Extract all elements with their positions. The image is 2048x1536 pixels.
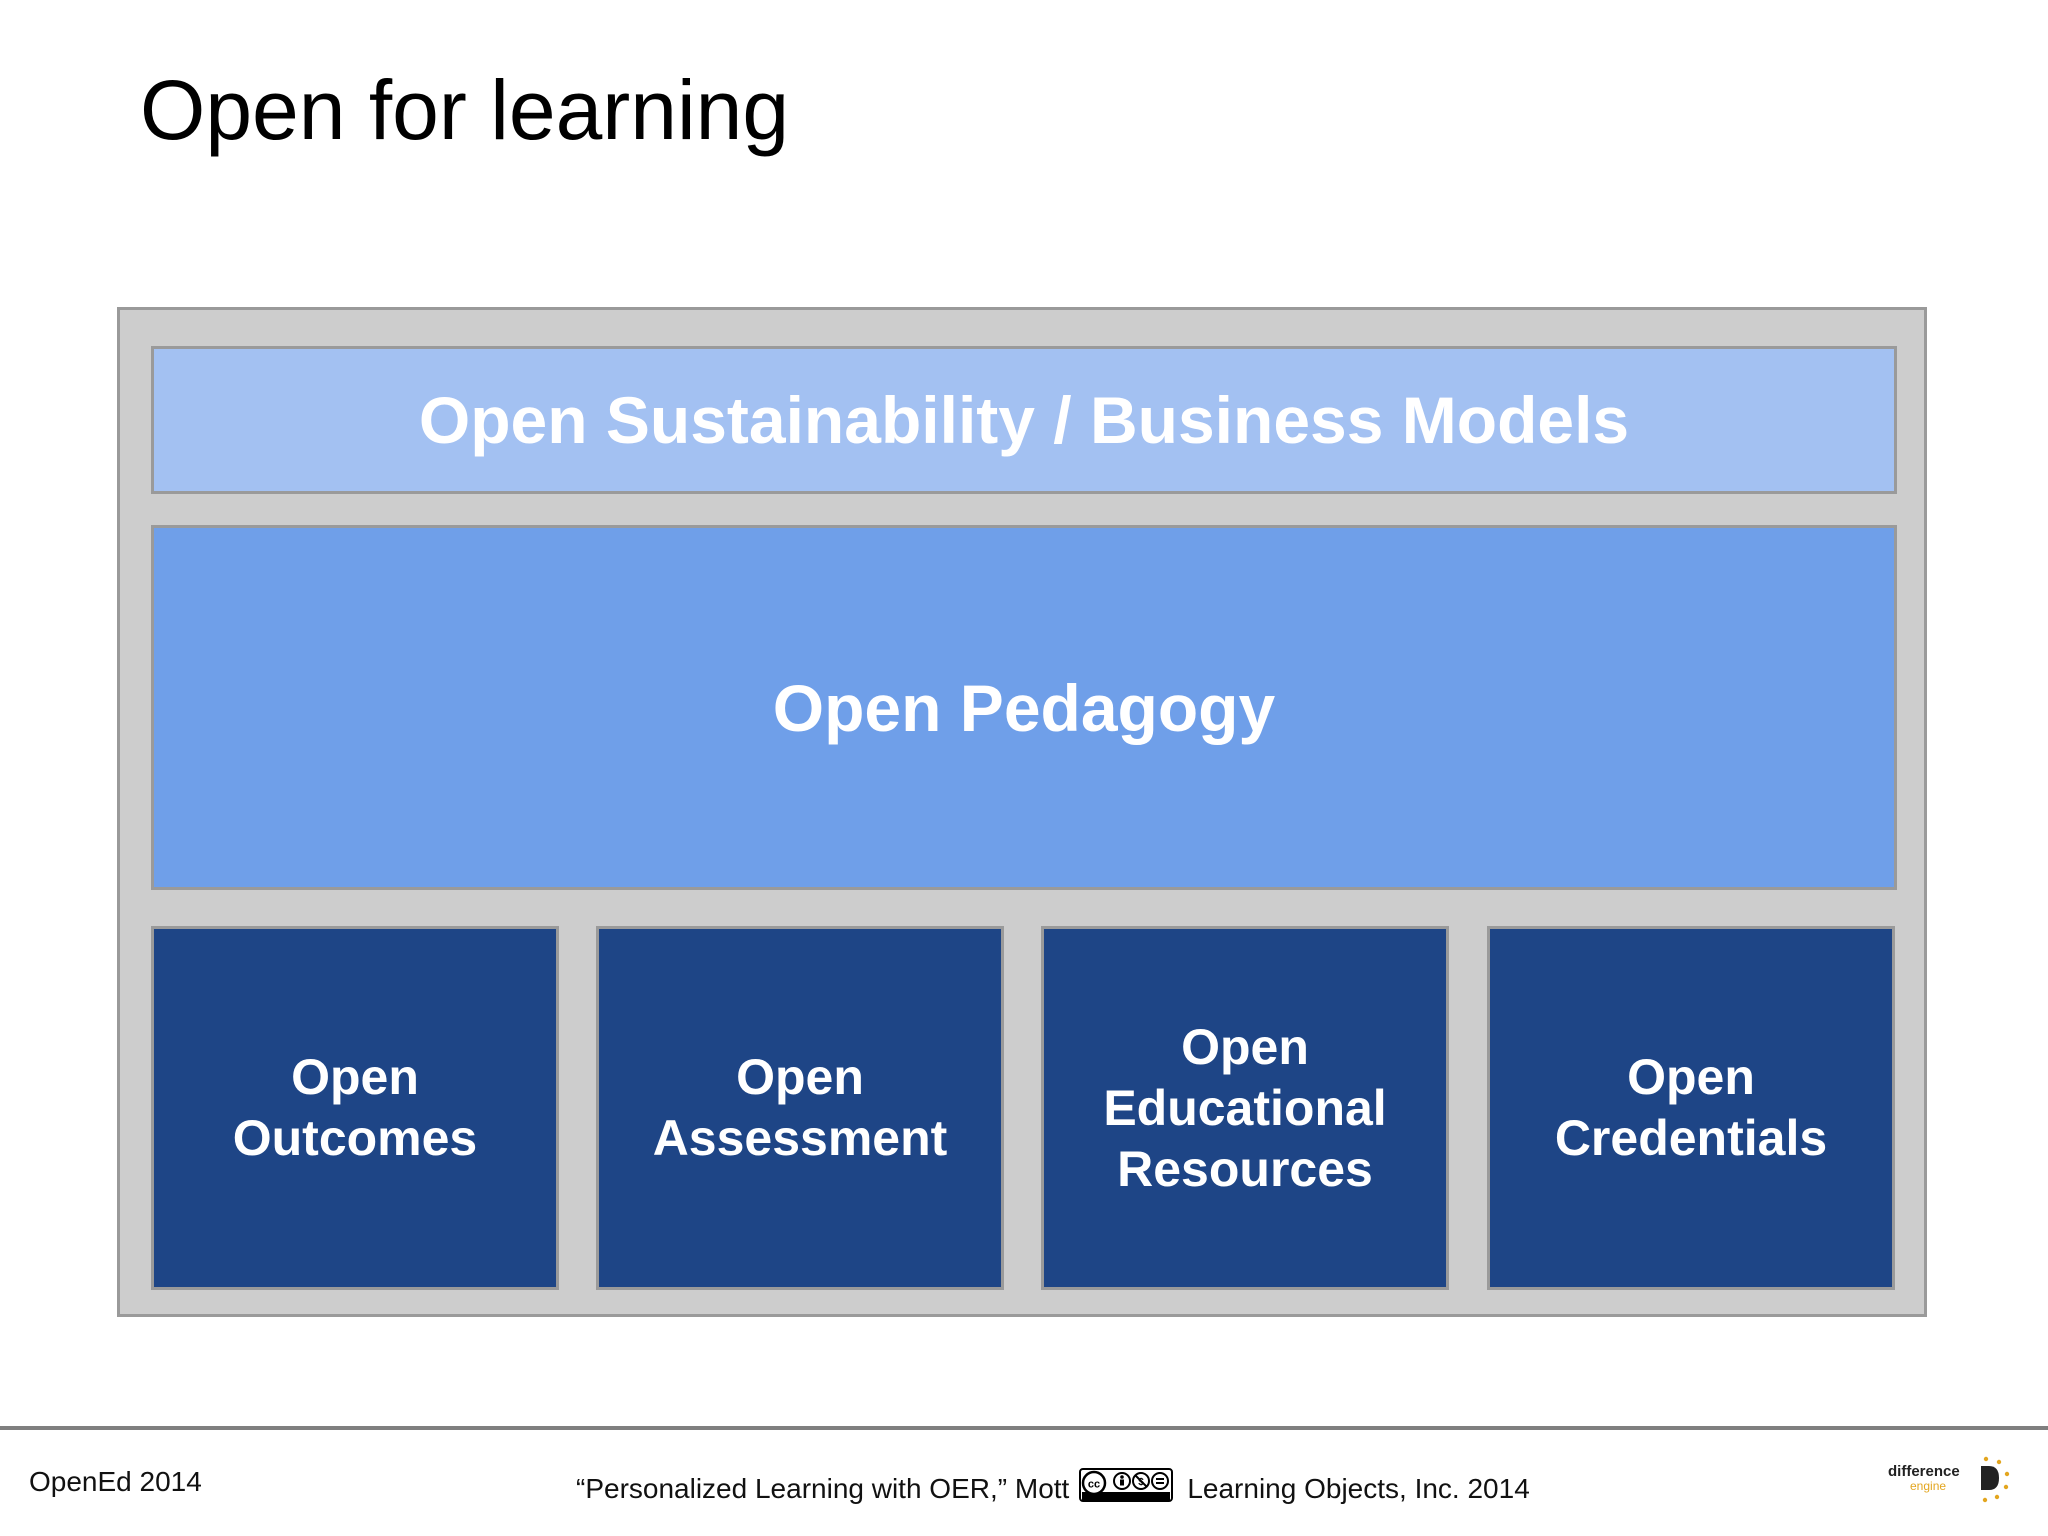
difference-engine-logo: difference engine bbox=[1888, 1452, 2018, 1512]
copyright-text: Learning Objects, Inc. 2014 bbox=[1187, 1472, 1530, 1504]
pillar-label: Open Assessment bbox=[652, 1049, 948, 1166]
pillar-label: Open Outcomes bbox=[232, 1049, 478, 1166]
footer-citation: “Personalized Learning with OER,” Mott c… bbox=[576, 1468, 1530, 1509]
logo-word-difference: difference bbox=[1888, 1463, 1960, 1480]
logo-word-engine: engine bbox=[1910, 1479, 1946, 1493]
footer-event: OpenEd 2014 bbox=[29, 1466, 202, 1497]
pedagogy-band: Open Pedagogy bbox=[151, 525, 1897, 890]
svg-text:cc: cc bbox=[1088, 1479, 1100, 1491]
sustainability-band: Open Sustainability / Business Models bbox=[151, 346, 1897, 494]
pillar-open-credentials: Open Credentials bbox=[1487, 926, 1895, 1290]
pillar-open-outcomes: Open Outcomes bbox=[151, 926, 559, 1290]
citation-text: “Personalized Learning with OER,” Mott bbox=[576, 1472, 1070, 1504]
pillar-label: Open Credentials bbox=[1554, 1049, 1828, 1166]
cc-by-nc-nd-icon: cc $ bbox=[1079, 1468, 1174, 1509]
diagram-frame: Open Sustainability / Business Models Op… bbox=[117, 307, 1927, 1317]
slide-title: Open for learning bbox=[140, 63, 790, 157]
pillar-label: Open Educational Resources bbox=[1103, 1018, 1387, 1197]
pillar-open-educational-resources: Open Educational Resources bbox=[1041, 926, 1449, 1290]
pillar-open-assessment: Open Assessment bbox=[596, 926, 1004, 1290]
footer-divider bbox=[0, 1426, 2048, 1430]
